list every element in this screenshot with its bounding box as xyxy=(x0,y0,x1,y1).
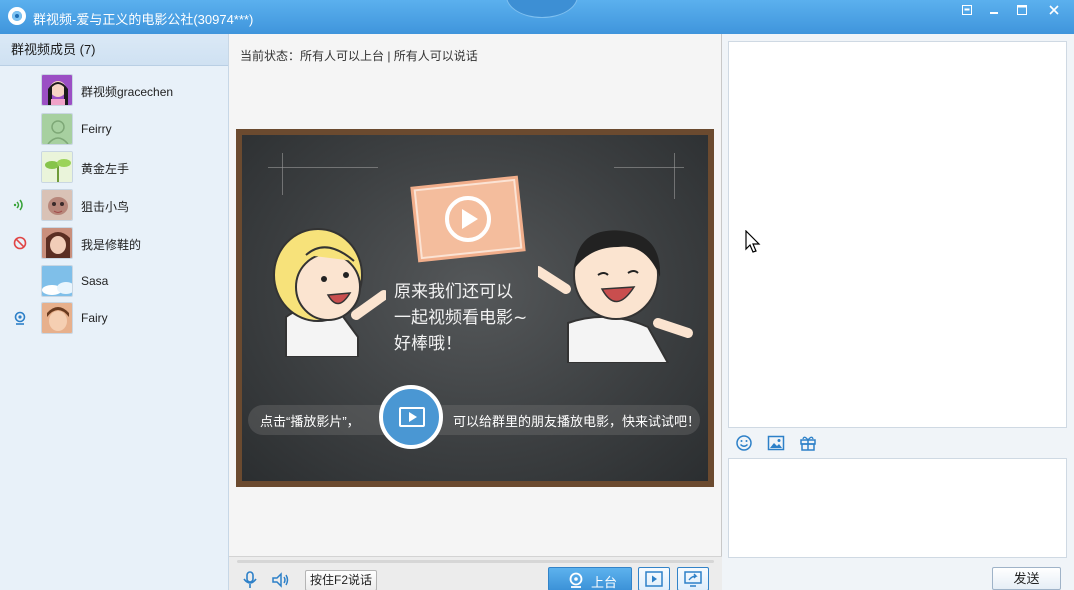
app-logo-icon xyxy=(8,7,26,25)
minimize-button[interactable] xyxy=(981,2,1007,18)
mouse-cursor-icon xyxy=(745,230,761,253)
member-item[interactable]: 黄金左手 xyxy=(0,149,229,185)
speaker-button[interactable] xyxy=(270,570,290,590)
host-icon xyxy=(12,310,28,326)
hint-text-left: 点击“播放影片”， xyxy=(260,414,360,429)
member-item[interactable]: Fairy xyxy=(0,300,229,336)
minimize-icon xyxy=(990,12,998,14)
avatar xyxy=(41,302,73,334)
play-movie-button[interactable] xyxy=(379,385,443,449)
member-name: Feirry xyxy=(81,122,112,136)
message-input[interactable] xyxy=(728,458,1067,558)
emoji-icon[interactable] xyxy=(735,434,753,452)
avatar xyxy=(41,189,73,221)
member-item[interactable]: Feirry xyxy=(0,111,229,147)
microphone-icon xyxy=(243,571,257,588)
title-bar: 群视频-爱与正义的电影公社(30974***) xyxy=(0,0,1074,34)
chat-panel: 发送 xyxy=(722,34,1074,590)
movie-placeholder-board: 原来我们还可以 一起视频看电影~ 好棒哦！ 点击“播放影片”， 可以给群里的朋友… xyxy=(236,129,714,487)
avatar xyxy=(41,227,73,259)
avatar xyxy=(41,151,73,183)
member-list-header: 群视频成员 (7) xyxy=(0,34,228,66)
member-name: 群视频gracechen xyxy=(81,85,174,99)
maximize-button[interactable] xyxy=(1009,2,1035,18)
member-item[interactable]: 我是修鞋的 xyxy=(0,225,229,261)
board-line xyxy=(282,153,283,195)
chat-toolbar xyxy=(728,431,1067,455)
chalk-text-line: 一起视频看电影~ xyxy=(394,308,528,328)
speaking-icon xyxy=(12,197,28,213)
maximize-icon xyxy=(1017,5,1027,15)
muted-icon xyxy=(12,235,28,251)
share-screen-icon xyxy=(684,571,702,587)
go-on-stage-button[interactable]: 上台 xyxy=(548,567,632,590)
member-name: 狙击小鸟 xyxy=(81,200,130,214)
chalk-text-line: 原来我们还可以 xyxy=(394,282,513,302)
avatar xyxy=(41,74,73,106)
member-item[interactable]: Sasa xyxy=(0,263,229,299)
play-icon xyxy=(399,407,425,427)
member-name: Sasa xyxy=(81,274,109,288)
camera-icon xyxy=(569,572,583,588)
video-card-illustration xyxy=(410,175,526,263)
titlebar-decoration xyxy=(506,0,578,18)
image-icon[interactable] xyxy=(767,434,785,452)
avatar xyxy=(41,265,73,297)
member-name: 黄金左手 xyxy=(81,162,130,176)
microphone-button[interactable] xyxy=(240,570,260,590)
play-video-button[interactable] xyxy=(638,567,670,590)
go-on-stage-label: 上台 xyxy=(591,575,618,590)
send-button[interactable]: 发送 xyxy=(992,567,1061,590)
restore-icon xyxy=(962,5,972,15)
speaker-icon xyxy=(272,572,289,588)
play-video-icon xyxy=(645,571,663,587)
member-item[interactable]: 群视频gracechen xyxy=(0,72,229,108)
message-history xyxy=(728,41,1067,428)
board-line xyxy=(674,153,675,199)
member-name: Fairy xyxy=(81,311,108,325)
close-button[interactable] xyxy=(1041,2,1067,18)
board-line xyxy=(268,167,378,168)
cartoon-girl-illustration xyxy=(273,228,386,357)
chalk-text-line: 好棒哦！ xyxy=(394,334,462,354)
gift-icon[interactable] xyxy=(799,434,817,452)
share-screen-button[interactable] xyxy=(677,567,709,590)
member-panel: 群视频成员 (7) 群视频gracechen Feirry 黄金左手 狙击小鸟 xyxy=(0,34,229,590)
member-item[interactable]: 狙击小鸟 xyxy=(0,187,229,223)
hint-text-right: 可以给群里的朋友播放电影，快来试试吧！ xyxy=(453,414,701,429)
volume-track xyxy=(237,560,714,563)
voice-toolbar: 按住F2说话 上台 xyxy=(229,556,722,590)
push-to-talk-button[interactable]: 按住F2说话 xyxy=(305,570,377,590)
room-status: 当前状态：所有人可以上台 | 所有人可以说话 xyxy=(240,49,478,63)
restore-button[interactable] xyxy=(954,2,980,18)
close-icon xyxy=(1049,5,1059,15)
video-panel: 当前状态：所有人可以上台 | 所有人可以说话 原来我们还可以 一起视频看电影~ … xyxy=(229,34,722,590)
cartoon-boy-illustration xyxy=(538,230,693,363)
window-title: 群视频-爱与正义的电影公社(30974***) xyxy=(33,12,254,27)
avatar xyxy=(41,113,73,145)
member-name: 我是修鞋的 xyxy=(81,238,142,252)
